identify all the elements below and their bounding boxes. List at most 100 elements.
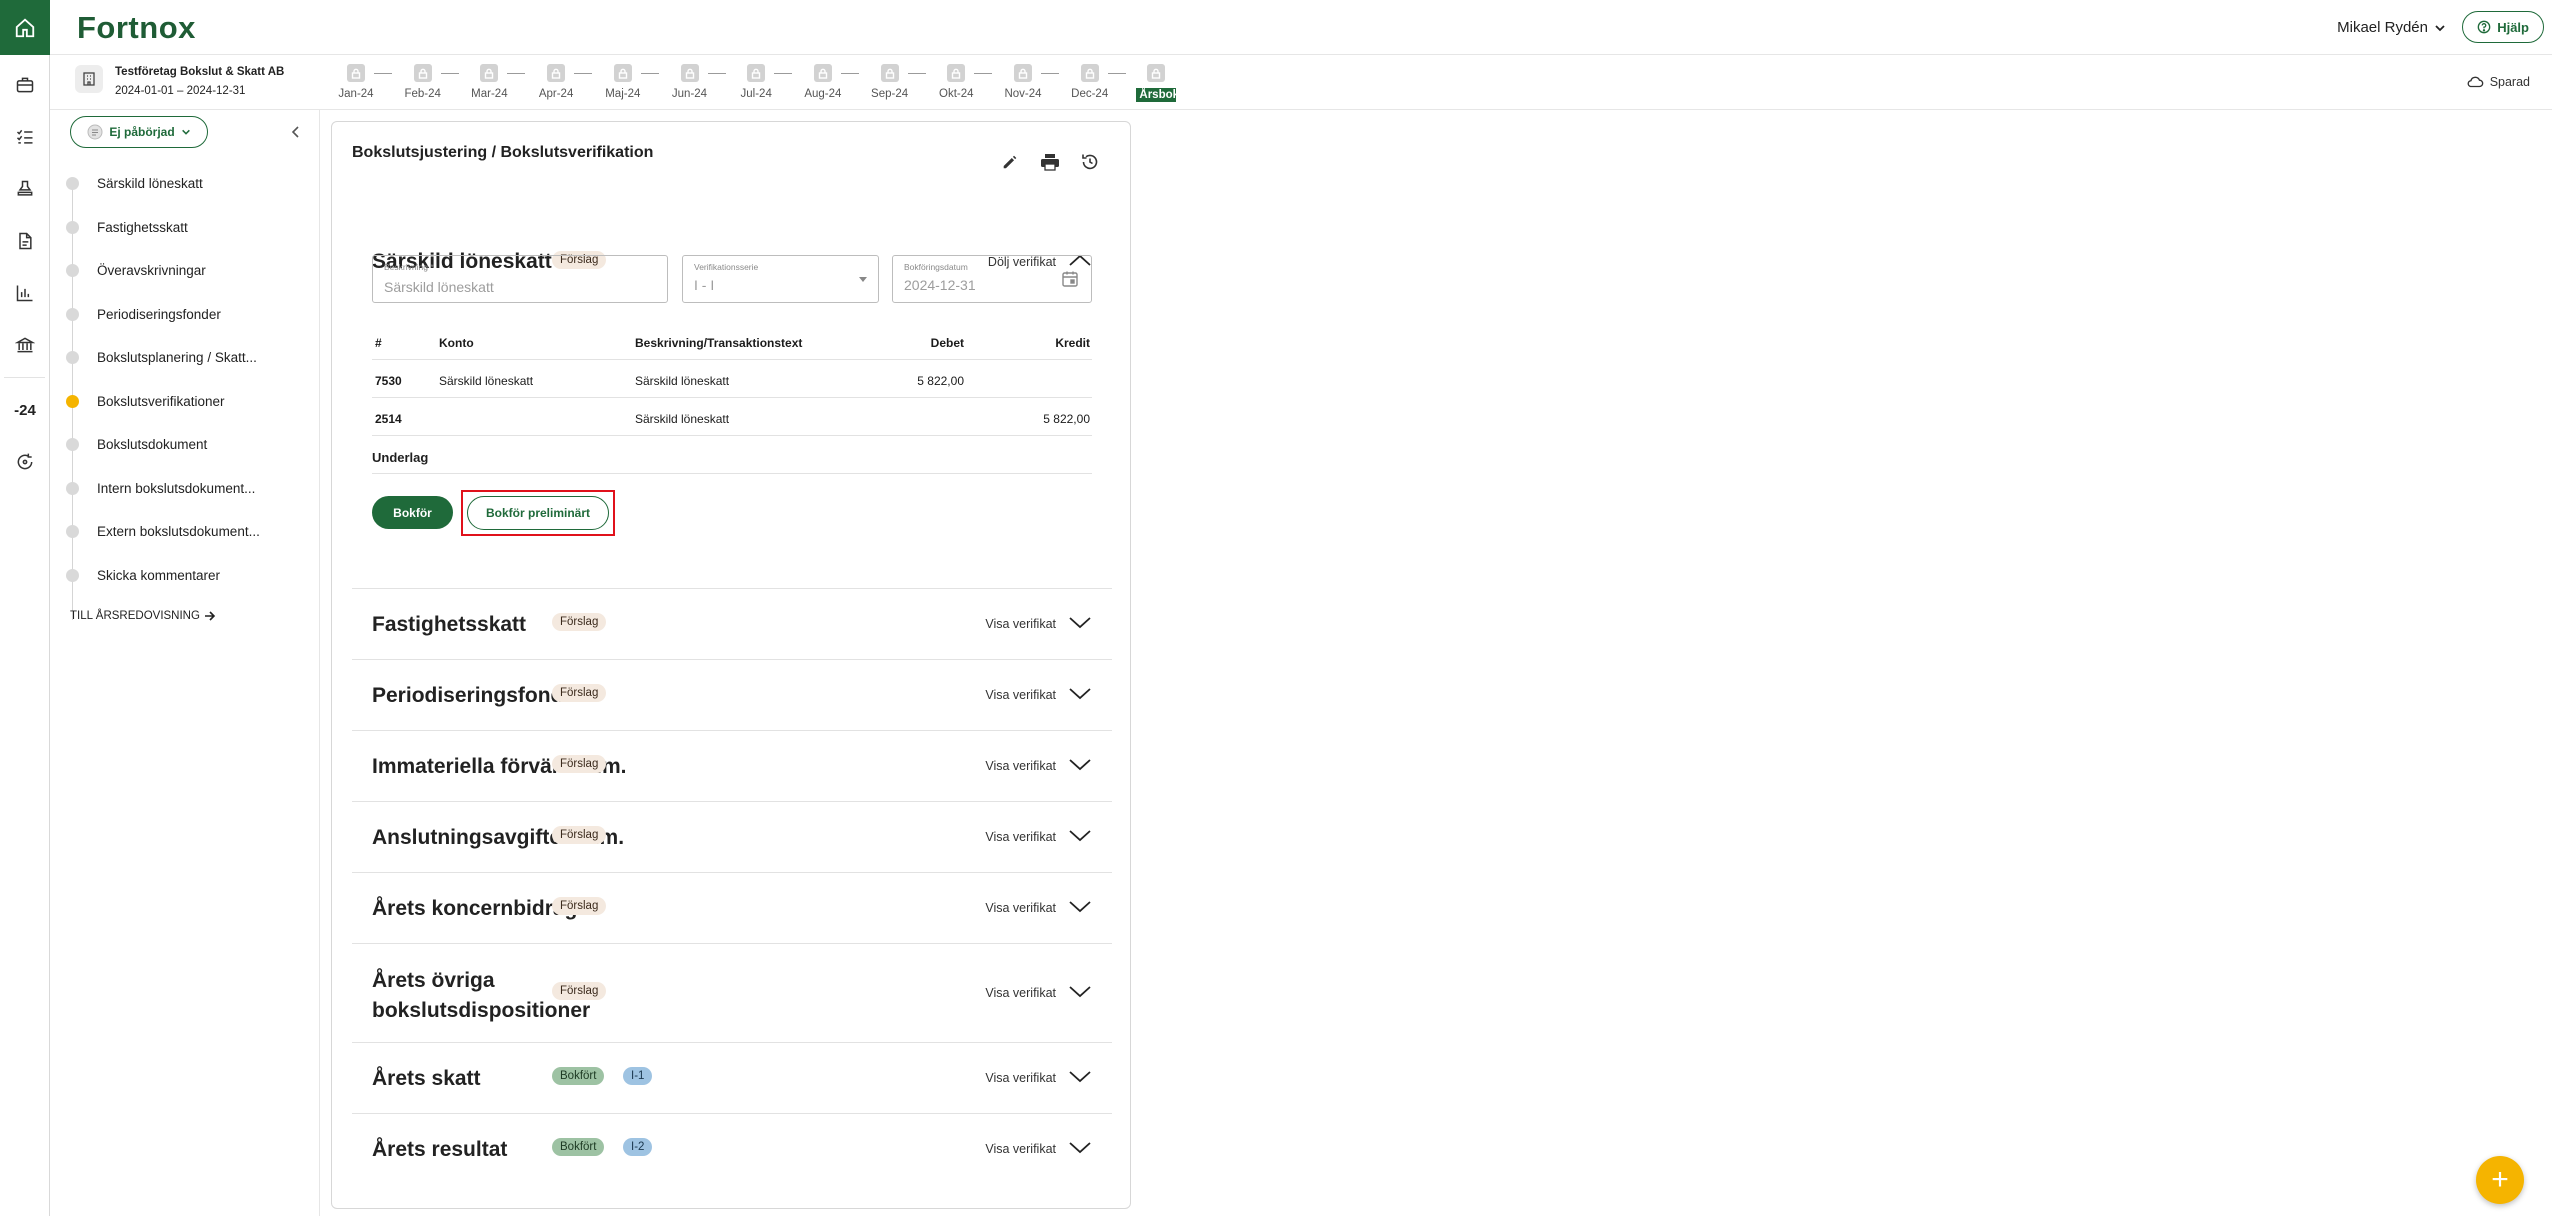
month-label: Dec-24	[1071, 88, 1109, 100]
status-dropdown[interactable]: Ej påbörjad	[70, 116, 208, 148]
month-item[interactable]: Okt-24	[936, 64, 976, 100]
edit-button[interactable]	[1000, 152, 1020, 172]
rail-checklist-button[interactable]	[0, 111, 50, 163]
rail-bank-button[interactable]	[0, 319, 50, 371]
chevron-down-icon[interactable]	[1068, 900, 1092, 914]
show-verification-toggle[interactable]: Visa verifikat	[985, 759, 1056, 773]
collapsed-section[interactable]: Årets skatt Bokfört I-1 Visa verifikat	[352, 1042, 1112, 1113]
rail-briefcase-button[interactable]	[0, 59, 50, 111]
month-item[interactable]: Feb-24	[403, 64, 443, 100]
booking-date-field[interactable]: Bokföringsdatum 2024-12-31	[892, 255, 1092, 303]
sidebar-step[interactable]: Bokslutsplanering / Skatt...	[50, 336, 320, 380]
series-label: Verifikationsserie	[694, 262, 759, 272]
pencil-icon	[1003, 155, 1017, 169]
month-item[interactable]: Dec-24	[1070, 64, 1110, 100]
collapsed-section[interactable]: Fastighetsskatt Förslag Visa verifikat	[352, 588, 1112, 659]
sidebar-step[interactable]: Skicka kommentarer	[50, 554, 320, 598]
collapsed-section[interactable]: Periodiseringsfonder Förslag Visa verifika…	[352, 659, 1112, 730]
sidebar-step[interactable]: Fastighetsskatt	[50, 206, 320, 250]
verification-badge[interactable]: I-1	[623, 1066, 653, 1085]
chevron-down-icon[interactable]	[1068, 616, 1092, 630]
month-item[interactable]: Årsbokslut	[1136, 64, 1199, 102]
verification-badge[interactable]: I-2	[623, 1137, 653, 1156]
month-item[interactable]: Jun-24	[670, 64, 710, 100]
month-item[interactable]: Maj-24	[603, 64, 643, 100]
rail-chart-button[interactable]	[0, 267, 50, 319]
month-label: Jun-24	[671, 88, 708, 100]
collapsed-section[interactable]: Årets övriga bokslutsdispositioner Försla…	[352, 943, 1112, 1042]
collapse-sidebar-button[interactable]	[286, 122, 306, 142]
month-item[interactable]: Apr-24	[536, 64, 576, 100]
rail-document-button[interactable]	[0, 215, 50, 267]
calendar-icon[interactable]	[1061, 270, 1079, 288]
chevron-down-icon	[2435, 24, 2445, 31]
sidebar-step[interactable]: Särskild löneskatt	[50, 162, 320, 206]
status-label: Ej påbörjad	[109, 125, 175, 139]
description-label: Beskrivning *	[384, 262, 434, 272]
month-item[interactable]: Jan-24	[336, 64, 376, 100]
book-preliminary-button[interactable]: Bokför preliminärt	[467, 496, 609, 530]
timeline-connector	[374, 73, 392, 74]
document-icon	[19, 232, 32, 250]
month-item[interactable]: Nov-24	[1003, 64, 1043, 100]
show-verification-toggle[interactable]: Visa verifikat	[985, 901, 1056, 915]
month-item[interactable]: Jul-24	[736, 64, 776, 100]
highlight-frame: Bokför preliminärt	[461, 490, 615, 536]
show-verification-toggle[interactable]: Visa verifikat	[985, 1142, 1056, 1156]
chevron-down-icon[interactable]	[1068, 1070, 1092, 1084]
rail-stamp-button[interactable]	[0, 163, 50, 215]
print-button[interactable]	[1040, 152, 1060, 172]
sidebar-step[interactable]: Extern bokslutsdokument...	[50, 510, 320, 554]
series-select[interactable]: Verifikationsserie I - I	[682, 255, 879, 303]
chevron-down-icon[interactable]	[1068, 758, 1092, 772]
help-button[interactable]: Hjälp	[2462, 11, 2544, 43]
show-verification-toggle[interactable]: Visa verifikat	[985, 688, 1056, 702]
sidebar-step[interactable]: Bokslutsdokument	[50, 423, 320, 467]
add-fab-button[interactable]: +	[2476, 1156, 2524, 1204]
user-menu[interactable]: Mikael Rydén	[2337, 19, 2446, 36]
fortnox-logo[interactable]: Fortnox	[77, 10, 196, 46]
collapsed-section[interactable]: Immateriella förvärv m.m. Förslag Visa ver…	[352, 730, 1112, 801]
chevron-down-icon[interactable]	[1068, 1141, 1092, 1155]
step-dot	[66, 264, 79, 278]
timeline-connector	[640, 73, 659, 74]
chevron-down-icon[interactable]	[1068, 985, 1092, 999]
rail-year-button[interactable]: -24	[0, 384, 50, 436]
show-verification-toggle[interactable]: Visa verifikat	[985, 830, 1056, 844]
company-icon	[75, 65, 103, 93]
description-field[interactable]: Beskrivning * Särskild löneskatt	[372, 255, 668, 303]
cell-text: Särskild löneskatt	[635, 374, 730, 388]
month-item[interactable]: Mar-24	[469, 64, 509, 100]
show-verification-toggle[interactable]: Visa verifikat	[985, 617, 1056, 631]
to-annual-report-link[interactable]: TILL ÅRSREDOVISNING	[70, 610, 216, 622]
month-item[interactable]: Sep-24	[870, 64, 910, 100]
book-button[interactable]: Bokför	[372, 496, 453, 529]
collapsed-section[interactable]: Årets resultat Bokfört I-2 Visa verifikat	[352, 1113, 1112, 1184]
section-title: Årets koncernbidrag	[372, 897, 578, 920]
history-button[interactable]	[1080, 152, 1100, 172]
lock-icon	[347, 64, 365, 82]
collapsed-section[interactable]: Årets koncernbidrag Förslag Visa verifikat	[352, 872, 1112, 943]
home-button[interactable]	[0, 0, 50, 55]
month-label: Sep-24	[871, 88, 909, 100]
show-verification-toggle[interactable]: Visa verifikat	[985, 1071, 1056, 1085]
show-verification-toggle[interactable]: Visa verifikat	[985, 986, 1056, 1000]
help-label: Hjälp	[2497, 19, 2529, 35]
status-badge: Bokfört	[552, 1066, 605, 1085]
lock-icon	[680, 64, 699, 82]
underlag-label: Underlag	[372, 450, 429, 465]
sidebar-step[interactable]: Bokslutsverifikationer	[50, 380, 320, 424]
sidebar-step[interactable]: Periodiseringsfonder	[50, 293, 320, 337]
sidebar-step[interactable]: Intern bokslutsdokument...	[50, 467, 320, 511]
table-row[interactable]: 2514 Särskild löneskatt 5 822,00	[372, 398, 1092, 436]
section-title: Fastighetsskatt	[372, 613, 527, 636]
collapsed-section[interactable]: Anslutningsavgifter m.m. Förslag Visa veri…	[352, 801, 1112, 872]
rail-refresh-button[interactable]	[0, 436, 50, 488]
table-row[interactable]: 7530 Särskild löneskatt Särskild löneskatt…	[372, 360, 1092, 398]
chevron-down-icon[interactable]	[1068, 687, 1092, 701]
chevron-down-icon[interactable]	[1068, 829, 1092, 843]
rail-divider	[4, 377, 45, 378]
sidebar-step[interactable]: Överavskrivningar	[50, 249, 320, 293]
month-item[interactable]: Aug-24	[803, 64, 843, 100]
underlag-section[interactable]: Underlag	[372, 440, 1092, 474]
